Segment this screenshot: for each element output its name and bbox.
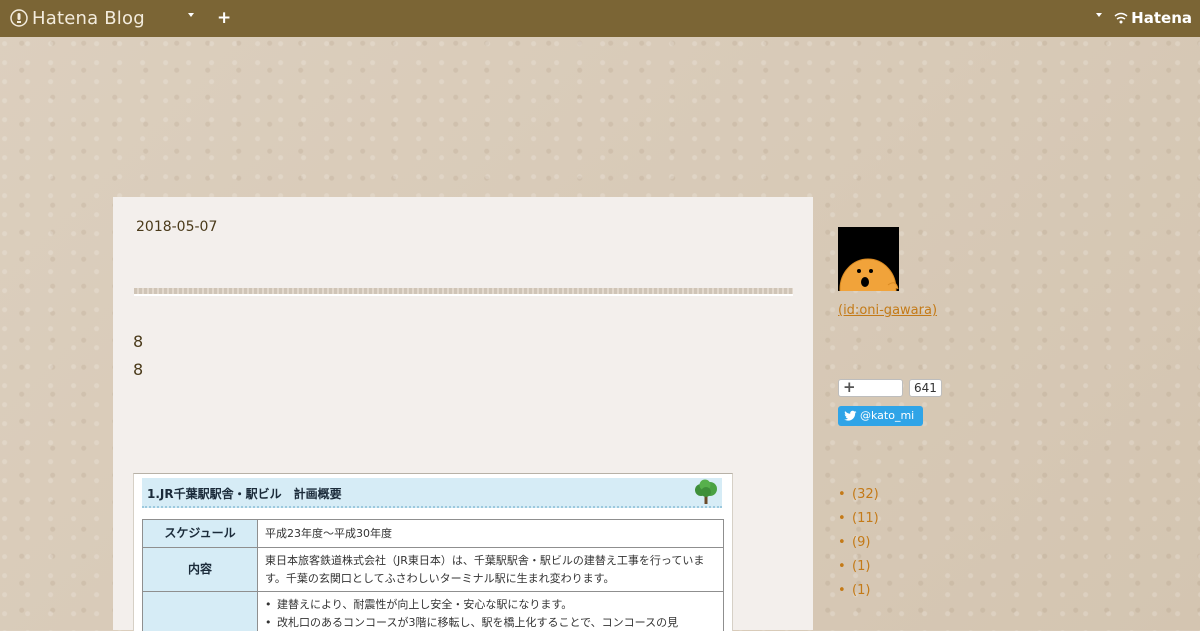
row-header: スケジュール — [142, 518, 258, 549]
bullet-dot: • — [838, 535, 846, 550]
blog-menu-caret-icon[interactable] — [188, 13, 194, 17]
row-content: 建替えにより、耐震性が向上し安全・安心な駅になります。 改札口のあるコンコースが… — [257, 591, 724, 631]
brand-name: Hatena Blog — [32, 7, 145, 29]
user-menu-caret-icon[interactable] — [1096, 13, 1102, 17]
title-divider-highlight — [134, 294, 793, 296]
hatena-blog-icon — [10, 9, 28, 27]
avatar[interactable] — [838, 227, 899, 291]
category-count[interactable]: (1) — [852, 583, 870, 598]
bullet-dot: • — [838, 487, 846, 502]
row-header: 内容 — [142, 547, 258, 593]
twitter-follow-button[interactable]: @kato_mi — [838, 406, 923, 426]
entry-text-line: 8 — [133, 360, 144, 379]
hatena-bookmark-button[interactable]: + — [838, 378, 903, 397]
figure-header: 1.JR千葉駅駅舎・駅ビル 計画概要 — [142, 478, 722, 508]
entry-date[interactable]: 2018-05-07 — [136, 219, 217, 235]
row-content: 東日本旅客鉄道株式会社（JR東日本）は、千葉駅駅舎・駅ビルの建替え工事を行ってい… — [257, 547, 724, 593]
category-item[interactable]: • (11) — [838, 511, 879, 535]
entry-text-line: 8 — [133, 332, 144, 351]
bullet-dot: • — [838, 559, 846, 574]
category-item[interactable]: • (1) — [838, 559, 879, 583]
plus-icon: + — [843, 378, 856, 396]
category-list: • (32) • (11) • (9) • (1) • (1) — [838, 487, 879, 607]
bullet-item: 建替えにより、耐震性が向上し安全・安心な駅になります。 — [265, 596, 716, 614]
table-row: スケジュール 平成23年度～平成30年度 — [142, 518, 724, 549]
category-item[interactable]: • (1) — [838, 583, 879, 607]
bookmark-count[interactable]: 641 — [909, 379, 942, 397]
category-item[interactable]: • (9) — [838, 535, 879, 559]
table-row: 建替えにより、耐震性が向上し安全・安心な駅になります。 改札口のあるコンコースが… — [142, 591, 724, 631]
table-row: 内容 東日本旅客鉄道株式会社（JR東日本）は、千葉駅駅舎・駅ビルの建替え工事を行… — [142, 547, 724, 593]
category-count[interactable]: (1) — [852, 559, 870, 574]
tree-icon — [695, 479, 717, 504]
plan-overview-table: スケジュール 平成23年度～平成30年度 内容 東日本旅客鉄道株式会社（JR東日… — [142, 518, 724, 631]
entry-article: 2018-05-07 8 8 1.JR千葉駅駅舎・駅ビル 計画概要 スケジュール… — [113, 197, 813, 631]
twitter-bird-icon — [844, 410, 857, 421]
hatena-link[interactable]: Hatena — [1114, 9, 1192, 27]
hatena-label: Hatena — [1131, 9, 1192, 27]
category-count[interactable]: (11) — [852, 511, 879, 526]
new-post-button[interactable]: + — [217, 8, 231, 28]
bullet-dot: • — [838, 583, 846, 598]
category-count[interactable]: (9) — [852, 535, 870, 550]
figure-title: 1.JR千葉駅駅舎・駅ビル 計画概要 — [147, 487, 342, 501]
row-content: 平成23年度～平成30年度 — [257, 518, 724, 549]
hatena-blog-logo[interactable]: Hatena Blog — [10, 6, 145, 30]
category-item[interactable]: • (32) — [838, 487, 879, 511]
top-bar: Hatena Blog + Hatena — [0, 0, 1200, 37]
profile-link[interactable]: (id:oni-gawara) — [838, 303, 937, 318]
plan-overview-image: 1.JR千葉駅駅舎・駅ビル 計画概要 スケジュール 平成23年度～平成30年度 … — [133, 473, 733, 631]
twitter-handle: @kato_mi — [860, 409, 915, 422]
bullet-dot: • — [838, 511, 846, 526]
hatena-signal-icon — [1114, 12, 1128, 24]
row-header — [142, 591, 258, 631]
category-count[interactable]: (32) — [852, 487, 879, 502]
bullet-item: 改札口のあるコンコースが3階に移転し、駅を橋上化することで、コンコースの見 — [265, 614, 716, 631]
avatar-character-icon — [838, 227, 899, 291]
